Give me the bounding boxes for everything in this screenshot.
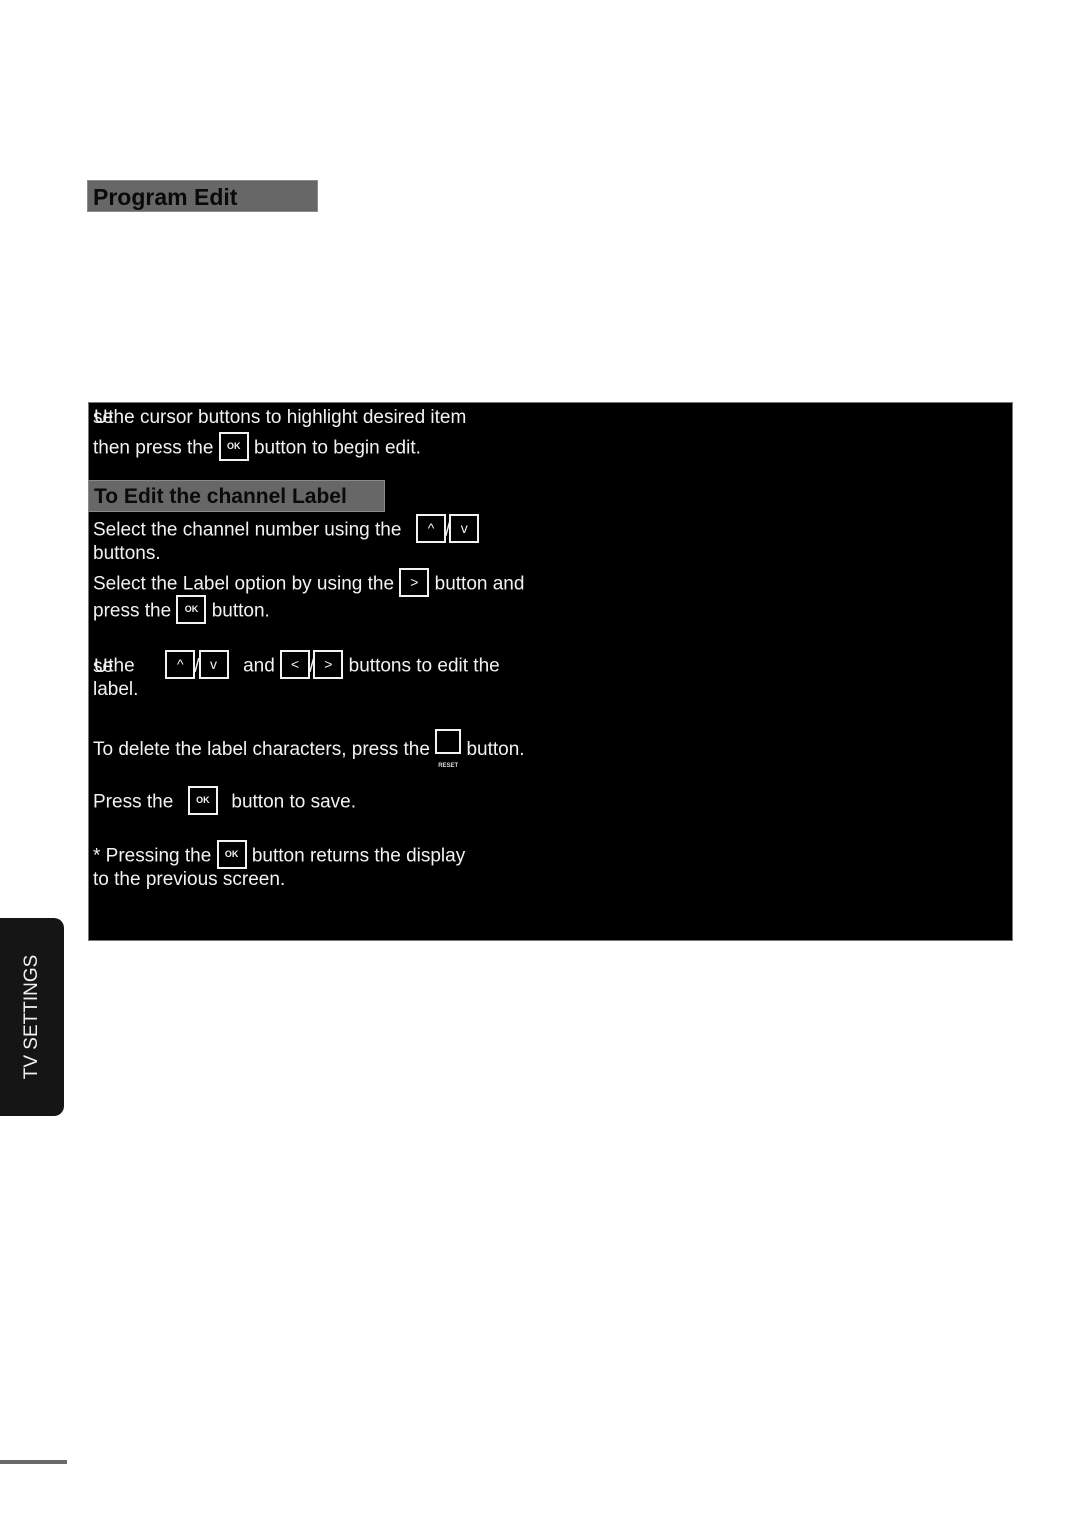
reset-key-icon: RESET — [435, 729, 462, 769]
ok-key-icon: OK — [216, 840, 247, 869]
step4-text: To delete the label characters, press th… — [93, 739, 430, 761]
ok-key-icon: OK — [218, 432, 249, 461]
ok-key-icon: OK — [187, 786, 218, 815]
side-tab-tv-settings: TV SETTINGS — [0, 918, 64, 1116]
right-arrow-key-icon: > — [313, 650, 344, 679]
intro-line-2: then press the OK button to begin edit. — [93, 432, 421, 463]
step2-line-2-before: press the — [93, 600, 172, 622]
footer-divider — [0, 1460, 67, 1464]
side-tab-label: TV SETTINGS — [21, 954, 42, 1080]
step4-after: button. — [466, 739, 525, 761]
note-line-2: to the previous screen. — [93, 869, 286, 890]
step1-text: Select the channel number using the — [93, 519, 402, 541]
step2-line-2: press the OK button. — [93, 595, 270, 626]
ok-key-icon: OK — [176, 595, 207, 624]
section-title-program-edit: Program Edit — [87, 180, 318, 212]
down-arrow-key-icon: v — [198, 650, 229, 679]
step2-line-2-after: button. — [211, 600, 270, 622]
intro-line-2-after: button to begin edit. — [253, 437, 421, 459]
step2-text: Select the Label option by using the — [93, 573, 395, 595]
right-arrow-key-icon: > — [399, 568, 430, 597]
intro-text: the cursor buttons to highlight desired … — [103, 407, 467, 428]
step3-after: buttons to edit the — [348, 655, 500, 677]
step5-line: Press the OK button to save. — [93, 786, 357, 817]
subheader-edit-channel-label: To Edit the channel Label — [88, 480, 385, 512]
left-arrow-key-icon: < — [280, 650, 311, 679]
step1-line-2: buttons. — [93, 543, 161, 564]
note-line-1: * Pressing the OK button returns the dis… — [93, 840, 466, 871]
instruction-panel: se U the cursor buttons to highlight desi… — [88, 402, 1013, 941]
step1-line-1: Select the channel number using the ^ / v — [93, 514, 480, 545]
step5-text: Press the — [93, 791, 174, 813]
up-arrow-key-icon: ^ — [416, 514, 446, 543]
intro-line-2-before: then press the — [93, 437, 214, 459]
up-arrow-key-icon: ^ — [165, 650, 196, 679]
step4-line: To delete the label characters, press th… — [93, 729, 525, 769]
step5-after: button to save. — [231, 791, 357, 813]
intro-line-1: se U the cursor buttons to highlight desi… — [93, 407, 467, 428]
note-after: button returns the display — [251, 845, 466, 867]
step3-line-2: label. — [93, 679, 139, 700]
step2-after: button and — [434, 573, 525, 595]
note-text: * Pressing the — [93, 845, 212, 867]
down-arrow-key-icon: v — [449, 514, 480, 543]
reset-key-caption: RESET — [438, 763, 459, 769]
step3-and: and — [243, 655, 275, 677]
step2-line-1: Select the Label option by using the > b… — [93, 568, 525, 599]
step3-line-1: se U the ^ / v and < / > buttons to edit the — [93, 650, 500, 681]
